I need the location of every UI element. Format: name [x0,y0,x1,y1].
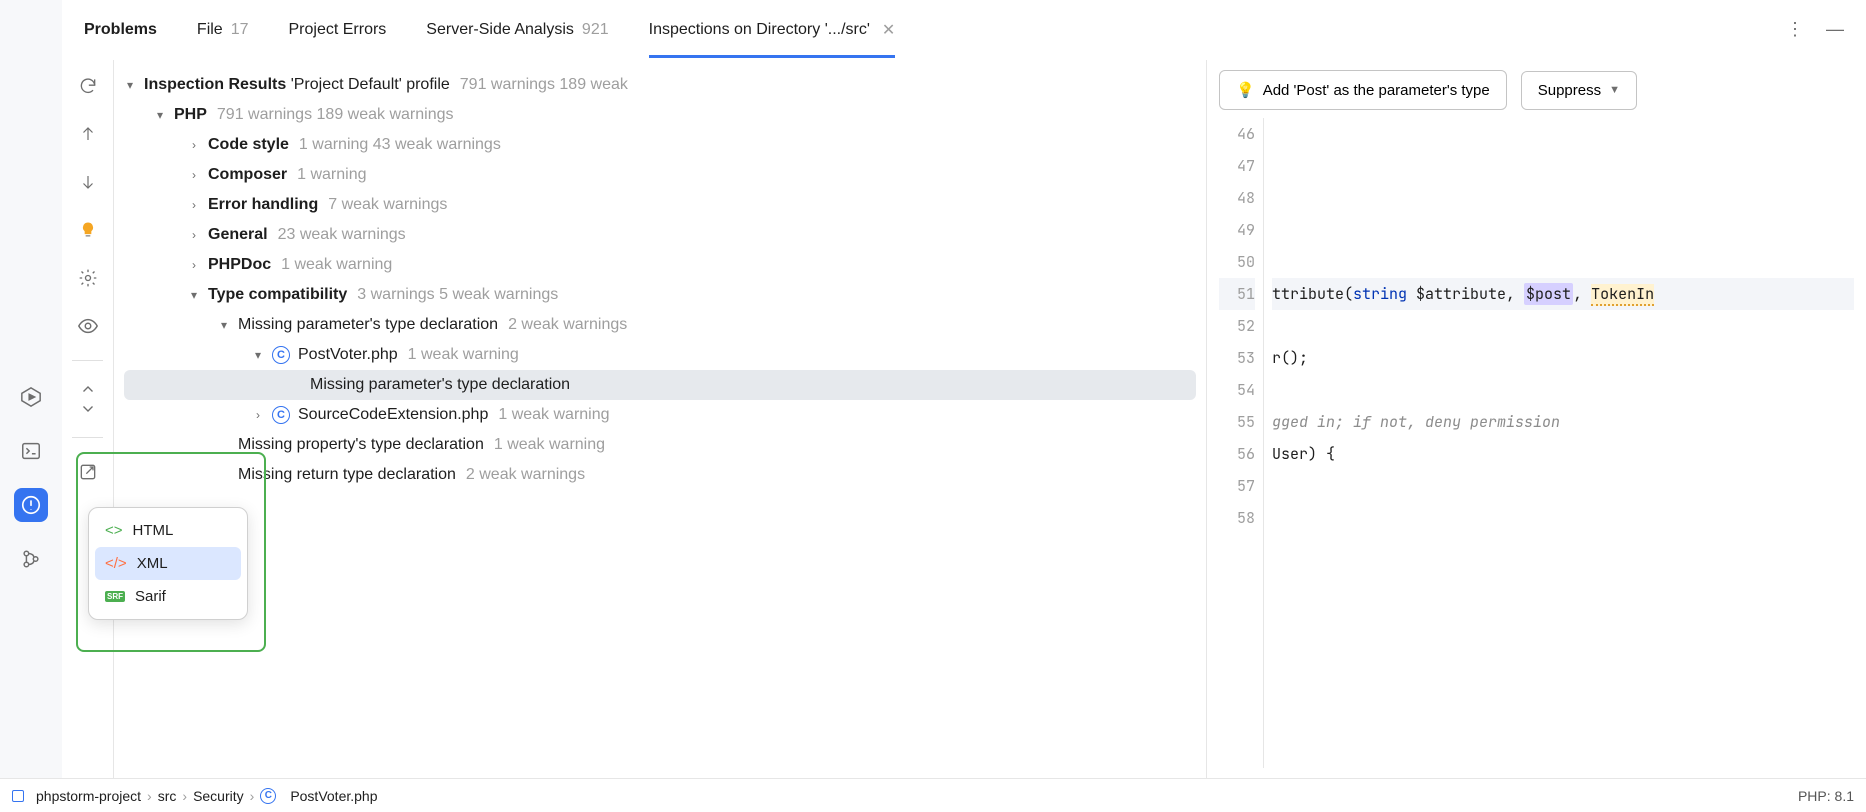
tree-issue-selected[interactable]: Missing parameter's type declaration [124,370,1196,400]
tree-file-postvoter[interactable]: ▾CPostVoter.php1 weak warning [114,340,1206,370]
tree-composer[interactable]: ›Composer1 warning [114,160,1206,190]
breadcrumb-src[interactable]: src [158,788,177,804]
bulb-icon[interactable] [74,216,102,244]
export-html[interactable]: <> HTML [95,514,241,547]
inspection-tree[interactable]: ▾Inspection Results 'Project Default' pr… [114,60,1206,778]
sarif-icon: SRF [105,591,125,602]
tree-root[interactable]: ▾Inspection Results 'Project Default' pr… [114,70,1206,100]
tab-problems[interactable]: Problems [84,5,157,55]
tab-inspections[interactable]: Inspections on Directory '.../src'✕ [649,4,896,56]
quick-fix-button[interactable]: 💡 Add 'Post' as the parameter's type [1219,70,1507,110]
breadcrumb-project[interactable]: phpstorm-project [36,788,141,804]
code-preview-panel: 💡 Add 'Post' as the parameter's type Sup… [1206,60,1866,778]
left-tool-rail [0,0,62,778]
more-icon[interactable]: ⋮ [1786,19,1804,40]
preview-icon[interactable] [74,312,102,340]
tree-type-compat[interactable]: ▾Type compatibility3 warnings 5 weak war… [114,280,1206,310]
breadcrumb-file[interactable]: PostVoter.php [290,788,377,804]
tree-file-sourceext[interactable]: ›CSourceCodeExtension.php1 weak warning [114,400,1206,430]
export-icon[interactable] [74,458,102,486]
code-content[interactable]: ttribute(string $attribute, $post, Token… [1264,118,1854,768]
export-xml[interactable]: </> XML [95,547,241,580]
refresh-icon[interactable] [74,72,102,100]
line-gutter: 46 47 48 49 50 51 52 53 54 55 56 57 58 [1219,118,1263,768]
tab-file[interactable]: File17 [197,5,249,55]
vcs-icon[interactable] [14,542,48,576]
export-format-popup: <> HTML </> XML SRF Sarif [88,507,248,620]
tree-missing-param[interactable]: ▾Missing parameter's type declaration2 w… [114,310,1206,340]
xml-icon: </> [105,555,127,572]
class-file-icon: C [272,406,290,424]
tree-missing-prop[interactable]: Missing property's type declaration1 wea… [114,430,1206,460]
expand-icon[interactable] [74,381,102,399]
tree-missing-return[interactable]: Missing return type declaration2 weak wa… [114,460,1206,490]
class-file-icon: C [260,788,276,804]
terminal-icon[interactable] [14,434,48,468]
class-file-icon: C [272,346,290,364]
problems-tab-bar: Problems File17 Project Errors Server-Si… [62,0,1866,60]
minimize-icon[interactable]: — [1826,19,1844,40]
settings-icon[interactable] [74,264,102,292]
close-icon[interactable]: ✕ [882,20,895,40]
suppress-button[interactable]: Suppress▼ [1521,71,1637,110]
tree-general[interactable]: ›General23 weak warnings [114,220,1206,250]
problems-tool-icon[interactable] [14,488,48,522]
next-icon[interactable] [74,168,102,196]
run-icon[interactable] [14,380,48,414]
tree-phpdoc[interactable]: ›PHPDoc1 weak warning [114,250,1206,280]
breadcrumb-security[interactable]: Security [193,788,244,804]
prev-icon[interactable] [74,120,102,148]
project-icon [12,790,24,802]
tree-error-handling[interactable]: ›Error handling7 weak warnings [114,190,1206,220]
inspection-toolbar [62,60,114,778]
tab-project-errors[interactable]: Project Errors [289,5,387,55]
tab-server-analysis[interactable]: Server-Side Analysis921 [426,5,608,55]
html-icon: <> [105,522,123,539]
status-bar: phpstorm-project › src › Security › C Po… [0,778,1866,812]
php-version[interactable]: PHP: 8.1 [1798,788,1854,804]
bulb-icon: 💡 [1236,81,1255,99]
collapse-icon[interactable] [74,399,102,417]
tree-php[interactable]: ▾PHP791 warnings 189 weak warnings [114,100,1206,130]
export-sarif[interactable]: SRF Sarif [95,580,241,613]
tree-code-style[interactable]: ›Code style1 warning 43 weak warnings [114,130,1206,160]
